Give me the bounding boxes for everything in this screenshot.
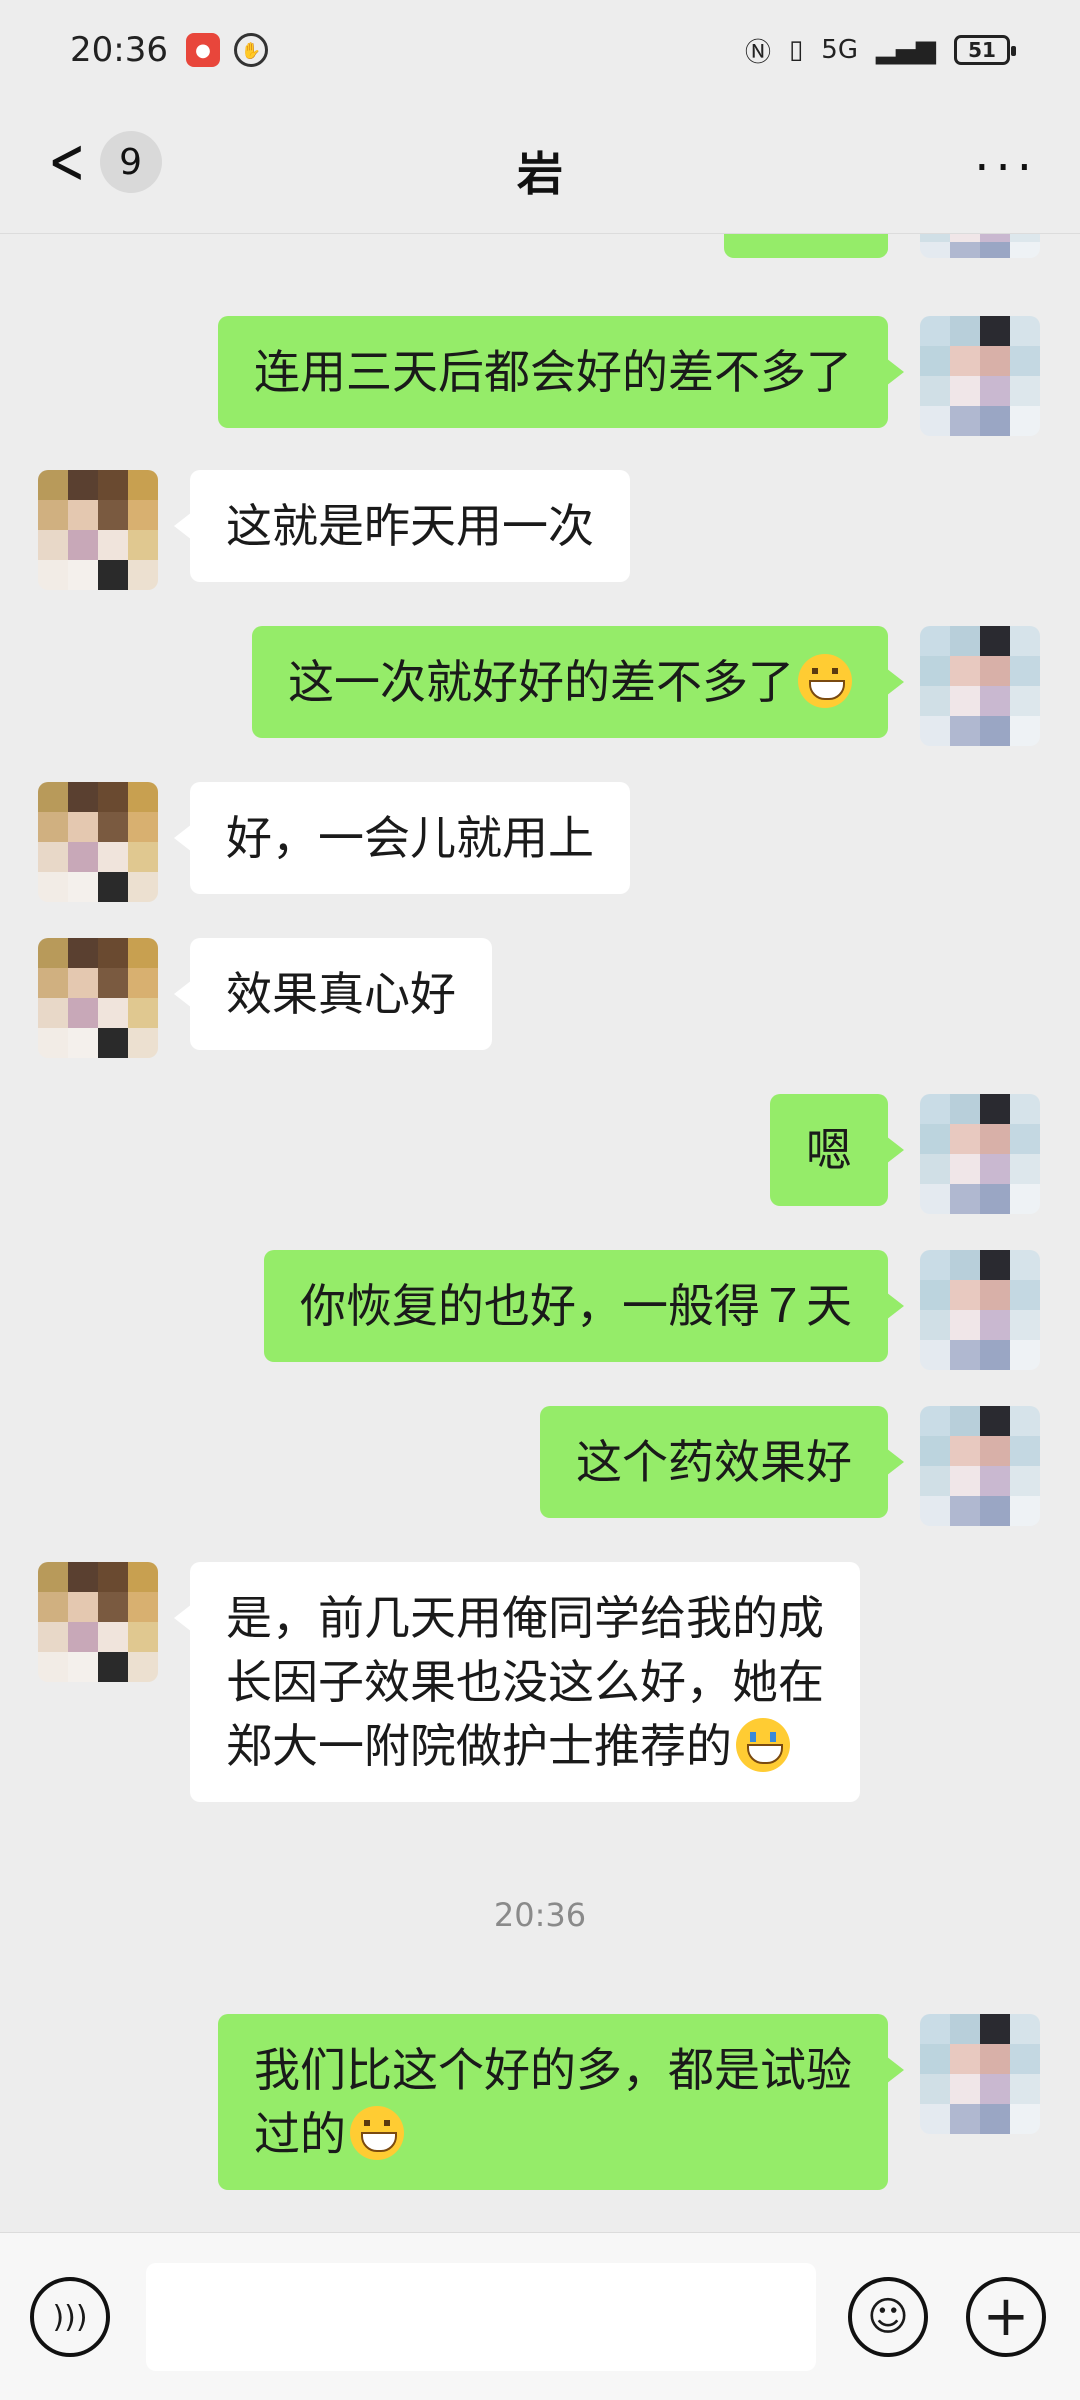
app-notification-icon: ● [185, 33, 220, 67]
message-incoming: 是，前几天用俺同学给我的成 长因子效果也没这么好，她在 郑大一附院做护士推荐的 [38, 1562, 860, 1802]
message-bubble[interactable]: 这个药效果好 [540, 1406, 904, 1518]
message-bubble[interactable]: 我们比这个好的多，都是试验 过的 [218, 2014, 904, 2190]
grin-emoji-icon [798, 654, 852, 708]
chat-messages[interactable]: 是的 连用三天后都会好的差不多了 这就是昨天用一次 这一次就好好的差不多了 好，… [0, 234, 1080, 2232]
message-outgoing: 这个药效果好 [540, 1406, 1040, 1526]
message-outgoing: 这一次就好好的差不多了 [252, 626, 1040, 746]
battery-level: 51 [968, 38, 996, 62]
avatar-self[interactable] [920, 626, 1040, 746]
message-text: 这就是昨天用一次 [226, 499, 594, 553]
laugh-cry-emoji-icon [736, 1718, 790, 1772]
voice-icon[interactable]: ))) [30, 2277, 110, 2357]
message-text: 连用三天后都会好的差不多了 [254, 345, 852, 399]
message-timestamp: 20:36 [493, 1896, 587, 1934]
gesture-icon: ✋ [233, 33, 268, 67]
avatar-self[interactable] [920, 1406, 1040, 1526]
message-incoming: 效果真心好 [38, 938, 492, 1058]
message-text: 嗯 [806, 1123, 852, 1177]
message-outgoing: 嗯 [770, 1094, 1040, 1214]
emoji-icon[interactable]: ☺ [848, 2277, 928, 2357]
message-text-line: 我们比这个好的多，都是试验 [254, 2043, 852, 2097]
message-outgoing: 连用三天后都会好的差不多了 [218, 316, 1040, 436]
plus-icon[interactable]: + [966, 2277, 1046, 2357]
message-bubble[interactable]: 是，前几天用俺同学给我的成 长因子效果也没这么好，她在 郑大一附院做护士推荐的 [174, 1562, 860, 1802]
avatar-contact[interactable] [38, 938, 158, 1058]
message-bubble[interactable]: 好，一会儿就用上 [174, 782, 630, 894]
battery-icon: 51 [954, 35, 1016, 65]
message-incoming: 好，一会儿就用上 [38, 782, 630, 902]
message-outgoing: 你恢复的也好，一般得７天 [264, 1250, 1040, 1370]
message-bubble[interactable]: 你恢复的也好，一般得７天 [264, 1250, 904, 1362]
message-text-line: 长因子效果也没这么好，她在 [226, 1655, 824, 1709]
message-bubble[interactable]: 是的 [724, 234, 888, 258]
message-text-line: 过的 [254, 2107, 346, 2161]
chat-title: 岩 [517, 147, 563, 201]
avatar-self[interactable] [920, 1094, 1040, 1214]
more-button[interactable]: ··· [974, 140, 1038, 196]
message-bubble[interactable]: 连用三天后都会好的差不多了 [218, 316, 904, 428]
nfc-icon: Ⓝ [744, 37, 771, 68]
avatar-self[interactable] [920, 234, 1040, 258]
message-bubble[interactable]: 嗯 [770, 1094, 904, 1206]
message-text: 好，一会儿就用上 [226, 811, 594, 865]
avatar-contact[interactable] [38, 1562, 158, 1682]
message-outgoing: 我们比这个好的多，都是试验 过的 [218, 2014, 1040, 2190]
message-text: 这一次就好好的差不多了 [288, 655, 794, 709]
grin-emoji-icon [350, 2106, 404, 2160]
avatar-contact[interactable] [38, 782, 158, 902]
message-text-line: 是，前几天用俺同学给我的成 [226, 1591, 824, 1645]
avatar-self[interactable] [920, 2014, 1040, 2134]
message-outgoing: 是的 [724, 234, 1040, 258]
message-incoming: 这就是昨天用一次 [38, 470, 630, 590]
message-bubble[interactable]: 这就是昨天用一次 [174, 470, 630, 582]
avatar-self[interactable] [920, 1250, 1040, 1370]
status-right: Ⓝ ▯ 5G ▂▄▆ 51 [744, 32, 1016, 69]
avatar-contact[interactable] [38, 470, 158, 590]
message-bubble[interactable]: 这一次就好好的差不多了 [252, 626, 904, 738]
signal-icon: ▂▄▆ [876, 35, 936, 65]
network-label: 5G [821, 35, 858, 65]
message-text: 效果真心好 [226, 967, 456, 1021]
status-time: 20:36 [70, 30, 168, 70]
vibrate-icon: ▯ [788, 35, 804, 65]
status-bar: 20:36 ● ✋ Ⓝ ▯ 5G ▂▄▆ 51 [0, 0, 1080, 100]
message-text: 这个药效果好 [576, 1435, 852, 1489]
input-bar: ))) ☺ + [0, 2232, 1080, 2400]
message-bubble[interactable]: 效果真心好 [174, 938, 492, 1050]
chat-header: < 9 岩 ··· [0, 100, 1080, 234]
message-input[interactable] [146, 2263, 816, 2371]
message-text-line: 郑大一附院做护士推荐的 [226, 1719, 732, 1773]
message-text: 你恢复的也好，一般得７天 [300, 1279, 852, 1333]
avatar-self[interactable] [920, 316, 1040, 436]
